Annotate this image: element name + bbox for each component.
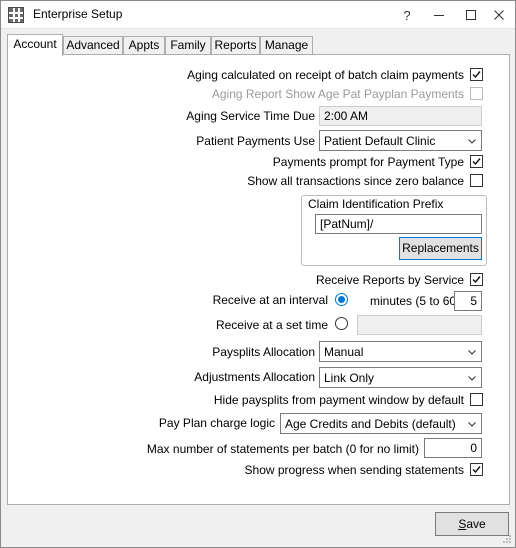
max-statements-label: Max number of statements per batch (0 fo…	[146, 442, 419, 456]
pay-plan-charge-logic-label: Pay Plan charge logic	[158, 416, 275, 430]
max-statements-field[interactable]: 0	[424, 438, 482, 458]
help-icon[interactable]: ?	[391, 1, 423, 29]
pay-plan-charge-logic-value: Age Credits and Debits (default)	[285, 417, 456, 431]
tab-account[interactable]: Account	[7, 34, 63, 56]
receive-interval-radio[interactable]	[335, 293, 348, 306]
receive-set-time-label: Receive at a set time	[215, 318, 328, 332]
pay-plan-charge-logic-select[interactable]: Age Credits and Debits (default)	[280, 413, 482, 434]
receive-interval-label: Receive at an interval	[212, 293, 328, 307]
aging-batch-claim-checkbox[interactable]	[470, 68, 483, 81]
receive-set-time-field[interactable]	[357, 315, 482, 335]
show-all-transactions-checkbox[interactable]	[470, 174, 483, 187]
claim-id-prefix-field[interactable]: [PatNum]/	[315, 214, 482, 234]
tab-reports[interactable]: Reports	[211, 36, 260, 55]
hide-paysplits-checkbox[interactable]	[470, 393, 483, 406]
payments-prompt-label: Payments prompt for Payment Type	[272, 155, 464, 169]
adjustments-allocation-value: Link Only	[324, 371, 375, 385]
chevron-down-icon	[468, 376, 476, 381]
adjustments-allocation-label: Adjustments Allocation	[194, 370, 315, 384]
adjustments-allocation-select[interactable]: Link Only	[319, 367, 482, 388]
grid-icon	[8, 7, 24, 23]
receive-set-time-radio[interactable]	[335, 317, 348, 330]
aging-report-payplan-checkbox[interactable]	[470, 87, 483, 100]
tab-advanced[interactable]: Advanced	[63, 36, 123, 55]
close-icon[interactable]	[483, 1, 515, 29]
tab-appts[interactable]: Appts	[123, 36, 165, 55]
interval-minutes-field[interactable]: 5	[454, 291, 482, 311]
title-bar: Enterprise Setup ?	[1, 1, 515, 29]
chevron-down-icon	[468, 350, 476, 355]
aging-batch-claim-label: Aging calculated on receipt of batch cla…	[187, 68, 464, 82]
help-glyph: ?	[403, 7, 411, 23]
paysplits-allocation-label: Paysplits Allocation	[212, 345, 315, 359]
paysplits-allocation-value: Manual	[324, 345, 364, 359]
save-label-rest: ave	[466, 517, 486, 531]
tab-manage[interactable]: Manage	[260, 36, 313, 55]
show-all-transactions-label: Show all transactions since zero balance	[247, 174, 464, 188]
chevron-down-icon	[468, 139, 476, 144]
aging-service-time-label: Aging Service Time Due	[186, 109, 315, 123]
patient-payments-use-label: Patient Payments Use	[196, 134, 315, 148]
window-title: Enterprise Setup	[33, 7, 123, 21]
replacements-button[interactable]: Replacements	[399, 237, 482, 260]
chevron-down-icon	[468, 422, 476, 427]
paysplits-allocation-select[interactable]: Manual	[319, 341, 482, 362]
hide-paysplits-label: Hide paysplits from payment window by de…	[213, 393, 464, 407]
claim-id-prefix-title: Claim Identification Prefix	[308, 197, 444, 211]
payments-prompt-checkbox[interactable]	[470, 155, 483, 168]
enterprise-setup-window: Enterprise Setup ? Account Advanced Appt…	[0, 0, 516, 548]
save-button[interactable]: Save	[435, 512, 509, 536]
interval-minutes-label: minutes (5 to 60)	[370, 294, 461, 308]
aging-report-payplan-label: Aging Report Show Age Pat Payplan Paymen…	[211, 87, 464, 101]
receive-reports-label: Receive Reports by Service	[315, 273, 464, 287]
minimize-icon[interactable]	[423, 1, 455, 29]
show-progress-checkbox[interactable]	[470, 463, 483, 476]
tab-family[interactable]: Family	[165, 36, 211, 55]
show-progress-label: Show progress when sending statements	[244, 463, 464, 477]
receive-reports-checkbox[interactable]	[470, 273, 483, 286]
aging-service-time-field[interactable]: 2:00 AM	[319, 106, 482, 126]
patient-payments-use-select[interactable]: Patient Default Clinic	[319, 130, 482, 151]
patient-payments-use-value: Patient Default Clinic	[324, 134, 436, 148]
resize-grip-icon[interactable]	[502, 534, 512, 544]
